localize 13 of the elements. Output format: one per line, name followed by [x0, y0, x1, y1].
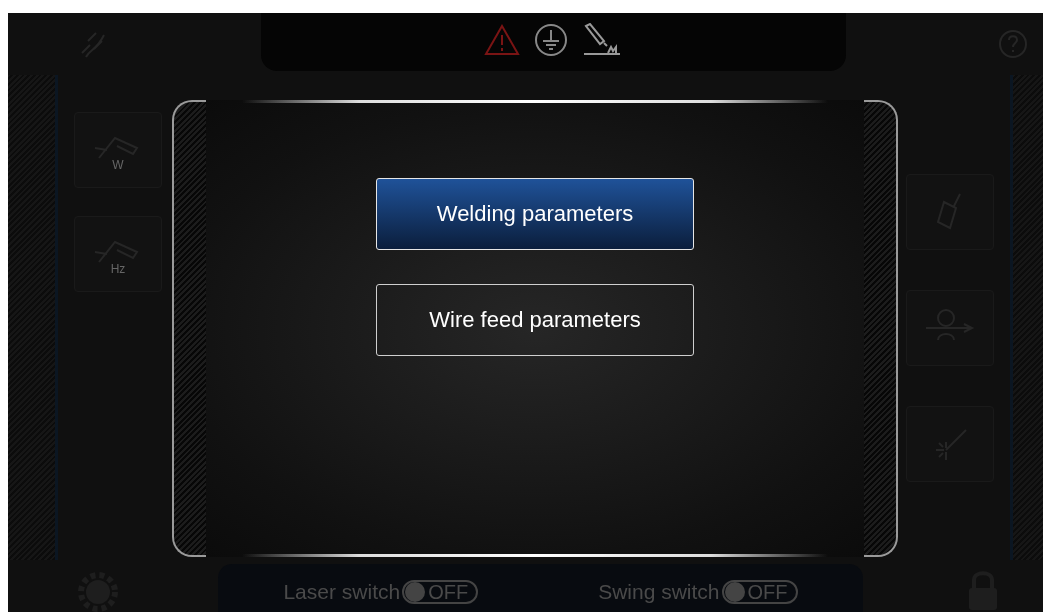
switch-label: Swing switch	[598, 580, 720, 604]
toggle-switch[interactable]: OFF	[721, 580, 798, 604]
tool-tile[interactable]: Hz	[74, 216, 162, 292]
tool-label: W	[112, 158, 124, 172]
tool-label: Hz	[110, 262, 126, 276]
welding-torch-icon	[582, 23, 622, 57]
tool-tile[interactable]: W	[74, 112, 162, 188]
switch-label: Laser switch	[283, 580, 401, 604]
menu-button[interactable]: Welding parameters	[376, 178, 694, 250]
warning-icon	[484, 24, 520, 56]
ground-icon	[534, 23, 568, 57]
toggle-switch[interactable]: OFF	[402, 580, 479, 604]
menu-button[interactable]: Wire feed parameters	[376, 284, 694, 356]
